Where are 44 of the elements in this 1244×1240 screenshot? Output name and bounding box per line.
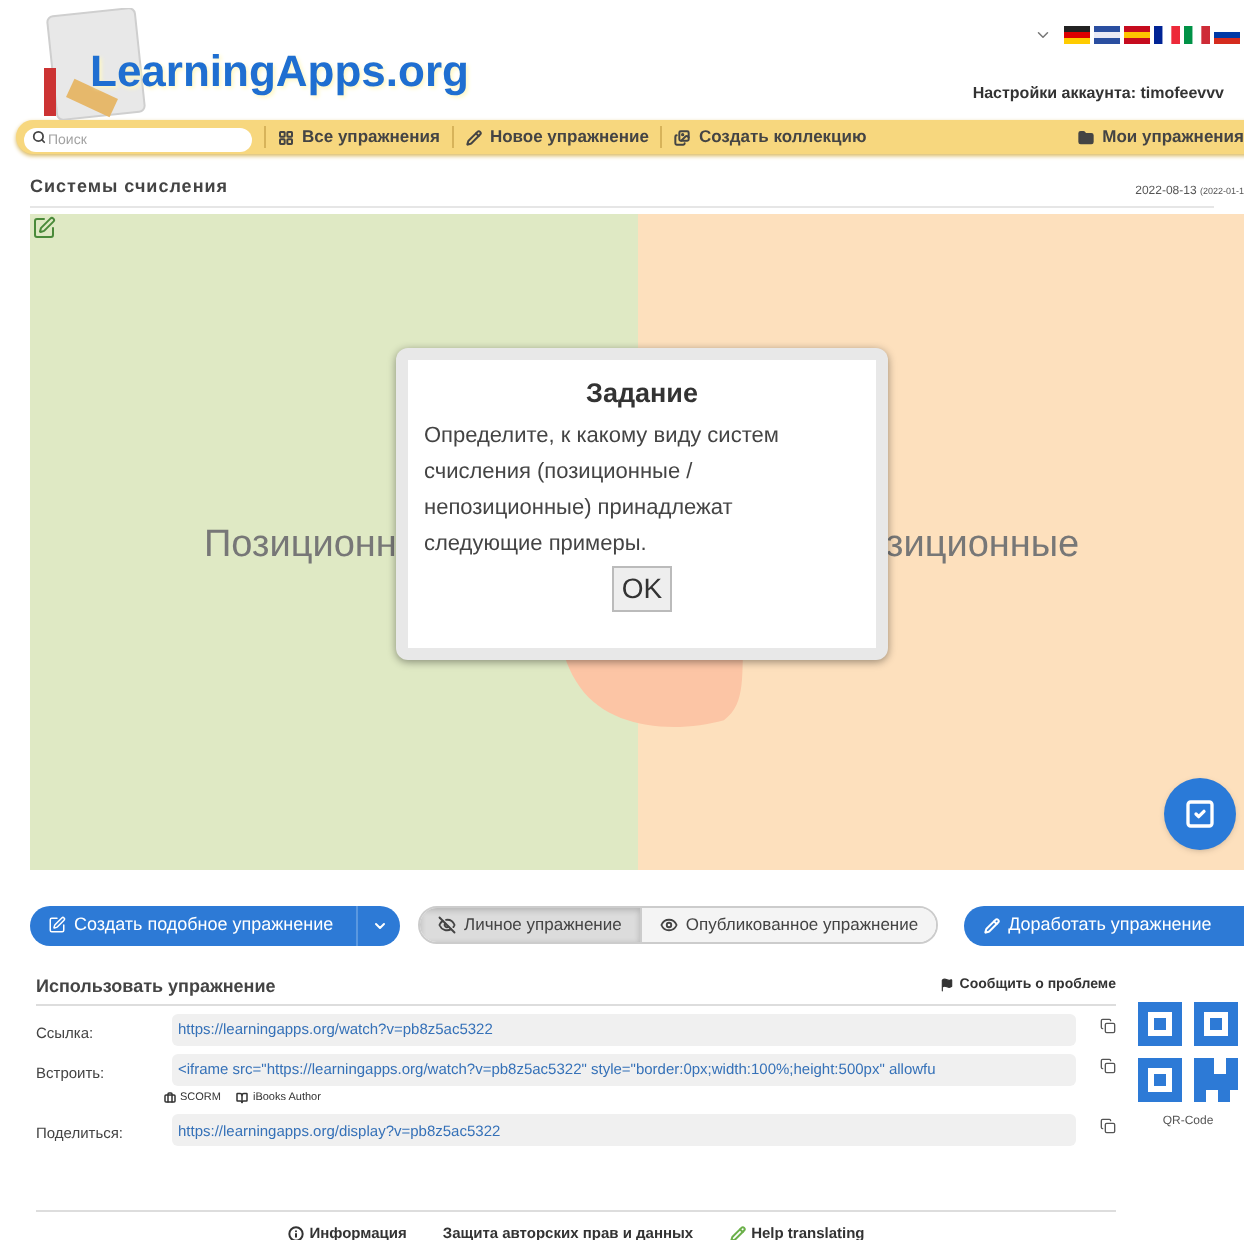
caret-icon[interactable] — [371, 917, 387, 933]
folder-icon — [1078, 129, 1095, 145]
logo-text[interactable]: LearningApps.org — [90, 38, 469, 104]
flag-icon[interactable] — [1154, 26, 1180, 44]
nav-link[interactable]: Все упражнения — [278, 124, 440, 150]
nav-link[interactable]: Новое упражнение — [465, 124, 649, 150]
book-icon — [236, 1092, 249, 1105]
flag-icon[interactable] — [1214, 26, 1240, 44]
collection-icon — [674, 129, 691, 145]
eye-icon — [659, 916, 678, 934]
ok-button[interactable]: OK — [611, 565, 673, 612]
flag-icon[interactable] — [1064, 26, 1090, 44]
improve-button[interactable]: Доработать упражнение — [964, 905, 1244, 945]
flag-icon[interactable] — [1184, 26, 1210, 44]
check-icon — [1184, 797, 1216, 829]
section-title: Использовать упражнение — [36, 973, 276, 1000]
visibility-tab[interactable]: Личное упражнение — [420, 908, 640, 942]
nav-link[interactable]: Создать коллекцию — [674, 124, 867, 150]
account-settings-link[interactable]: Настройки аккаунта: timofeevvv — [972, 82, 1224, 106]
qr-code-icon[interactable] — [1138, 1001, 1238, 1103]
flag-icon[interactable] — [1094, 26, 1120, 44]
flag-icon — [939, 978, 954, 993]
info-icon — [287, 1225, 304, 1240]
copy-icon[interactable] — [1100, 1018, 1116, 1034]
dialog-title: Задание — [585, 375, 698, 412]
dialog-text: Определите, к какому виду систем счисления (позиционные / непозиционные) принадлежат следующие примеры. — [424, 421, 781, 560]
nav-link[interactable]: Мои упражнения — [1078, 124, 1244, 150]
briefcase-icon — [164, 1092, 176, 1105]
copy-icon[interactable] — [1100, 1118, 1116, 1135]
zone-label: зиционные — [886, 521, 1080, 569]
eye-off-icon — [438, 916, 456, 934]
edit-icon — [48, 916, 66, 934]
copy-icon[interactable] — [1100, 1058, 1116, 1074]
pencil-icon — [984, 917, 1001, 933]
pencil-icon — [729, 1225, 746, 1240]
zone-label: Позиционн — [204, 521, 397, 569]
exercise-title: Системы счисления — [30, 174, 229, 200]
visibility-tab[interactable]: Опубликованное упражнение — [639, 908, 937, 942]
dropdown-icon[interactable] — [1034, 26, 1052, 44]
grid-icon — [278, 129, 294, 145]
search-icon — [32, 130, 46, 144]
edit-icon[interactable] — [32, 215, 56, 239]
create-similar-button[interactable]: Создать подобное упражнение — [30, 905, 400, 945]
pencil-icon — [465, 129, 482, 145]
